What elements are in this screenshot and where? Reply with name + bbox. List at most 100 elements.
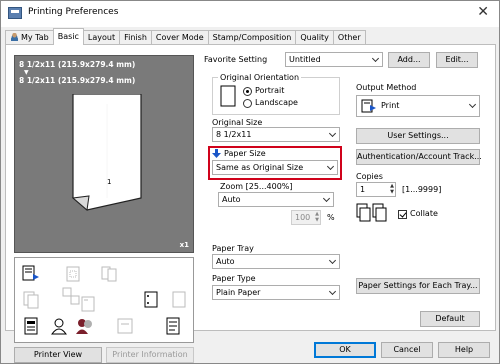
- paper-settings-each-tray-button[interactable]: Paper Settings for Each Tray...: [356, 278, 480, 294]
- output-method-label: Output Method: [356, 83, 417, 92]
- tab-label: Stamp/Composition: [212, 33, 292, 42]
- tab-basic[interactable]: Basic: [52, 28, 84, 45]
- chevron-down-icon: [330, 258, 336, 264]
- duplex-icon: [23, 291, 39, 309]
- preview-original-size: 8 1/2x11 (215.9x279.4 mm): [19, 60, 136, 69]
- tab-finish[interactable]: Finish: [119, 30, 152, 45]
- landscape-radio[interactable]: [243, 99, 252, 108]
- close-icon[interactable]: ✕: [477, 4, 489, 20]
- arrow-down-icon: [212, 149, 221, 158]
- paper-tray-value: Auto: [216, 257, 235, 266]
- tab-cover-mode[interactable]: Cover Mode: [150, 30, 209, 45]
- output-method-value: Print: [381, 101, 400, 110]
- paper-tray-select[interactable]: Auto: [212, 254, 340, 269]
- tab-my-tab[interactable]: My Tab: [5, 30, 54, 45]
- basic-tab-panel: 8 1/2x11 (215.9x279.4 mm) ▼ 8 1/2x11 (21…: [5, 44, 496, 363]
- zoom-number-value: 100: [295, 213, 311, 222]
- tab-label: Finish: [124, 33, 147, 42]
- tab-label: Basic: [57, 32, 79, 41]
- tab-quality[interactable]: Quality: [295, 30, 334, 45]
- page-preview-icon: 1: [71, 94, 142, 211]
- original-size-value: 8 1/2x11: [216, 130, 252, 139]
- tab-strip: My Tab Basic Layout Finish Cover Mode St…: [5, 28, 366, 45]
- tab-label: Cover Mode: [155, 33, 204, 42]
- copies-range: [1...9999]: [402, 185, 442, 194]
- help-button[interactable]: Help: [438, 342, 490, 358]
- zoom-value: Auto: [222, 195, 241, 204]
- account-track-icon: [76, 319, 92, 334]
- chevron-down-icon: [470, 102, 476, 108]
- tab-label: Quality: [300, 33, 329, 42]
- paper-type-select[interactable]: Plain Paper: [212, 285, 340, 300]
- page-number-mark: 1: [107, 178, 111, 186]
- tab-stamp-composition[interactable]: Stamp/Composition: [207, 30, 297, 45]
- ok-button[interactable]: OK: [314, 342, 376, 358]
- paper-size-value: Same as Original Size: [216, 163, 304, 172]
- user-auth-icon: [51, 318, 67, 335]
- cancel-button[interactable]: Cancel: [381, 342, 433, 358]
- collate-checkbox[interactable]: [398, 210, 407, 219]
- stamp-icon: [166, 317, 180, 335]
- zoom-select[interactable]: Auto: [218, 192, 334, 207]
- collate-label: Collate: [410, 209, 438, 218]
- chevron-down-icon: [330, 289, 336, 295]
- chevron-down-icon: [328, 164, 334, 170]
- preview-copies-mark: x1: [179, 241, 189, 249]
- print-output-icon: [361, 99, 376, 113]
- orientation-label: Original Orientation: [218, 73, 302, 82]
- secure-print-icon: [117, 318, 133, 334]
- output-method-select[interactable]: Print: [356, 95, 480, 117]
- window-title: Printing Preferences: [28, 7, 119, 17]
- printer-view-button[interactable]: Printer View: [14, 347, 102, 363]
- print-mode-icon: [22, 265, 39, 281]
- authentication-account-track-button[interactable]: Authentication/Account Track...: [356, 149, 482, 165]
- favorite-setting-label: Favorite Setting: [204, 55, 268, 64]
- original-size-label: Original Size: [212, 118, 263, 127]
- tab-label: Layout: [87, 33, 116, 42]
- preview-paper-size: 8 1/2x11 (215.9x279.4 mm): [19, 76, 136, 85]
- preview-arrow: ▼: [24, 69, 29, 76]
- paper-size-label: Paper Size: [224, 149, 266, 158]
- portrait-radio[interactable]: [243, 87, 252, 96]
- fold-icon: [172, 291, 186, 308]
- tab-layout[interactable]: Layout: [82, 30, 121, 45]
- paper-type-label: Paper Type: [212, 274, 256, 283]
- paper-size-select[interactable]: Same as Original Size: [212, 160, 338, 175]
- copies-input[interactable]: 1 ▲ ▼: [356, 182, 396, 197]
- printer-information-button[interactable]: Printer Information: [106, 347, 194, 363]
- chevron-down-icon: [373, 56, 379, 62]
- punch-icon: [144, 291, 158, 308]
- combine-pages-icon: [62, 287, 80, 305]
- zoom-label: Zoom [25...400%]: [220, 182, 293, 191]
- original-size-select[interactable]: 8 1/2x11: [212, 127, 340, 142]
- spinner-arrows-icon[interactable]: ▲ ▼: [390, 183, 394, 195]
- document-icon: [24, 317, 38, 335]
- favorite-edit-button[interactable]: Edit...: [436, 52, 478, 68]
- paper-tray-label: Paper Tray: [212, 244, 254, 253]
- spinner-arrows-icon: ▲ ▼: [315, 211, 319, 223]
- landscape-label: Landscape: [255, 98, 298, 107]
- chevron-down-icon: [324, 196, 330, 202]
- favorite-add-button[interactable]: Add...: [388, 52, 430, 68]
- tab-label: My Tab: [21, 33, 49, 42]
- printing-preferences-window: Printing Preferences ✕ My Tab Basic Layo…: [0, 0, 500, 364]
- collate-icon: [356, 203, 387, 222]
- chevron-down-icon: [330, 131, 336, 137]
- copies-value: 1: [360, 185, 366, 194]
- tab-other[interactable]: Other: [332, 30, 366, 45]
- portrait-label: Portrait: [255, 86, 285, 95]
- preview-pane: 8 1/2x11 (215.9x279.4 mm) ▼ 8 1/2x11 (21…: [14, 55, 194, 253]
- staple-icon: [81, 296, 95, 312]
- portrait-orientation-icon: [220, 85, 236, 107]
- tab-label: Other: [337, 33, 361, 42]
- user-icon: [10, 32, 19, 41]
- printer-app-icon: [8, 7, 22, 19]
- zoom-number-input[interactable]: 100 ▲ ▼: [291, 210, 321, 225]
- zoom-page-icon: [66, 266, 80, 282]
- default-button[interactable]: Default: [420, 311, 480, 327]
- paper-type-value: Plain Paper: [216, 288, 261, 297]
- title-bar: Printing Preferences ✕: [1, 1, 499, 27]
- favorite-setting-select[interactable]: Untitled: [285, 52, 383, 67]
- zoom-unit: %: [327, 213, 335, 222]
- user-settings-button[interactable]: User Settings...: [356, 128, 480, 144]
